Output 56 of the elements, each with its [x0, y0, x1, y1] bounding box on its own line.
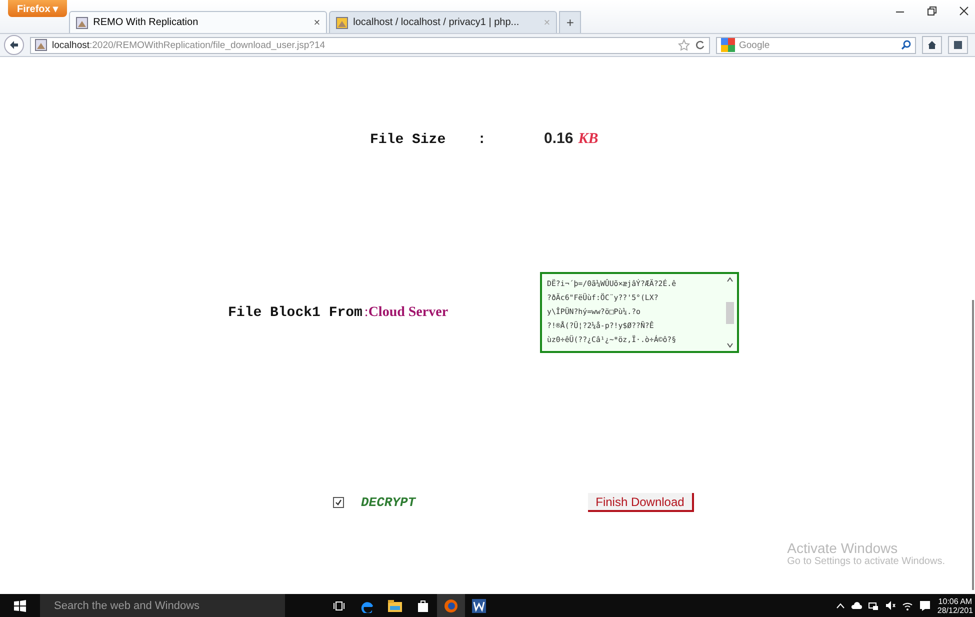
scrollbar-thumb[interactable]: [972, 300, 974, 590]
task-view-icon: [333, 600, 345, 612]
folder-icon: [388, 600, 402, 612]
notification-icon: [919, 600, 932, 612]
finish-download-button[interactable]: Finish Download: [588, 493, 694, 512]
tab-title: REMO With Replication: [93, 17, 200, 28]
page-favicon-icon: [76, 16, 88, 28]
word-logo-icon: [472, 598, 486, 612]
home-icon: [927, 40, 937, 50]
browser-tab[interactable]: localhost / localhost / privacy1 | php... ×: [329, 11, 558, 33]
bookmark-icon: [953, 40, 963, 50]
colon: :: [364, 304, 368, 320]
decrypt-checkbox[interactable]: [333, 497, 344, 508]
back-arrow-icon: [9, 40, 19, 50]
home-button[interactable]: [922, 36, 942, 54]
windows-logo-icon: [14, 600, 26, 612]
scrollbar-thumb[interactable]: [726, 302, 734, 324]
taskbar-search-field[interactable]: Search the web and Windows: [40, 594, 285, 617]
page-favicon-icon: [35, 39, 47, 51]
network-icon: [868, 601, 880, 610]
google-logo-icon: [721, 38, 735, 52]
activation-hint: Go to Settings to activate Windows.: [787, 556, 945, 567]
reload-icon: [695, 40, 705, 50]
scroll-up-icon: [727, 277, 734, 282]
address-bar[interactable]: localhost:2020/REMOWithReplication/file_download_user.jsp?14: [30, 36, 710, 54]
check-icon: [335, 499, 342, 506]
taskbar-time: 10:06 AM: [938, 596, 972, 606]
firefox-button[interactable]: [437, 594, 465, 617]
cloud-icon: [851, 602, 862, 609]
block-source: Cloud Server: [368, 304, 448, 320]
browser-tab[interactable]: REMO With Replication ×: [69, 11, 328, 33]
activation-title: Activate Windows: [787, 540, 899, 556]
caret-up-icon: [836, 602, 846, 608]
tab-close-button[interactable]: ×: [314, 16, 320, 28]
decrypt-label: DECRYPT: [361, 495, 416, 510]
shopping-bag-icon: [417, 600, 429, 612]
file-size-label: File Size: [370, 132, 446, 148]
bookmarks-button[interactable]: [948, 36, 968, 54]
search-icon: [901, 40, 911, 50]
scroll-down-icon: [727, 343, 734, 348]
file-size-unit: KB: [578, 131, 598, 148]
file-block-label: File Block1 From: [228, 304, 362, 320]
restore-icon: [927, 6, 937, 16]
file-size-value: 0.16: [544, 130, 574, 147]
search-field[interactable]: Google: [716, 36, 916, 54]
tab-title: localhost / localhost / privacy1 | php...: [353, 17, 520, 28]
taskbar-date: 28/12/201: [937, 606, 973, 614]
wifi-icon: [902, 600, 914, 610]
speaker-icon: [885, 601, 896, 610]
star-icon: [678, 39, 690, 51]
back-button[interactable]: [4, 35, 24, 55]
colon: :: [478, 132, 486, 148]
page-favicon-icon: [336, 16, 348, 28]
firefox-logo-icon: [444, 598, 458, 612]
close-icon: [959, 6, 969, 16]
new-tab-button[interactable]: +: [559, 11, 582, 33]
